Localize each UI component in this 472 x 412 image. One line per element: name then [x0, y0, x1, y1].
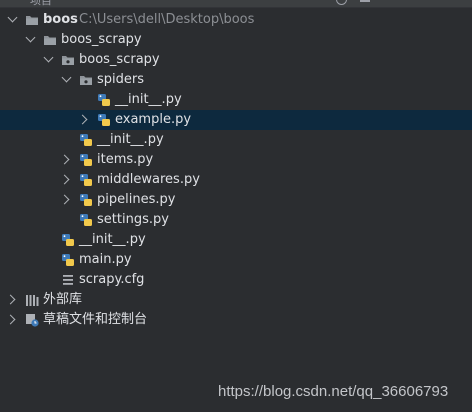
tree-item-root[interactable]: boos C:\Users\dell\Desktop\boos	[0, 10, 472, 30]
tree-item-label: example.py	[115, 112, 192, 127]
folder-icon	[26, 16, 38, 25]
python-file-icon	[80, 214, 92, 226]
tree-item-package-folder[interactable]: boos_scrapy	[0, 50, 472, 70]
config-file-icon	[63, 275, 73, 285]
python-file-icon	[80, 194, 92, 206]
tree-item-label: 外部库	[43, 292, 83, 307]
chevron-right-icon[interactable]	[77, 114, 88, 125]
tree-item-label: settings.py	[97, 212, 169, 227]
tool-window-header: 项目	[0, 0, 472, 8]
package-folder-icon	[62, 56, 74, 65]
python-file-icon	[80, 154, 92, 166]
tree-item-label: 草稿文件和控制台	[43, 312, 148, 327]
chevron-down-icon[interactable]	[25, 32, 36, 43]
minimize-icon[interactable]	[360, 0, 370, 2]
tree-item-middlewares[interactable]: middlewares.py	[0, 170, 472, 190]
tree-item-scratches[interactable]: 草稿文件和控制台	[0, 310, 472, 330]
tree-item-label: scrapy.cfg	[79, 272, 145, 287]
chevron-down-icon[interactable]	[43, 52, 54, 63]
tree-item-spiders-init[interactable]: __init__.py	[0, 90, 472, 110]
tree-item-label: __init__.py	[79, 232, 146, 247]
tree-item-label: boos_scrapy	[79, 52, 160, 67]
tree-item-spiders-folder[interactable]: spiders	[0, 70, 472, 90]
folder-icon	[44, 36, 56, 45]
watermark: https://blog.csdn.net/qq_36606793	[218, 383, 449, 400]
python-file-icon	[80, 134, 92, 146]
tree-item-project-folder[interactable]: boos_scrapy	[0, 30, 472, 50]
chevron-right-icon[interactable]	[59, 154, 70, 165]
chevron-right-icon[interactable]	[59, 194, 70, 205]
library-icon	[26, 295, 39, 306]
python-file-icon	[98, 94, 110, 106]
tree-item-label: items.py	[97, 152, 154, 167]
python-file-icon	[98, 114, 110, 126]
tree-item-label: __init__.py	[115, 92, 182, 107]
tree-item-label: boos_scrapy	[61, 32, 142, 47]
tree-item-pipelines[interactable]: pipelines.py	[0, 190, 472, 210]
tool-window-title: 项目	[30, 0, 52, 7]
python-file-icon	[62, 254, 74, 266]
package-folder-icon	[80, 76, 92, 85]
python-file-icon	[80, 174, 92, 186]
tree-item-settings[interactable]: settings.py	[0, 210, 472, 230]
tree-item-label: boos	[43, 12, 78, 27]
tree-item-package-init[interactable]: __init__.py	[0, 130, 472, 150]
tree-item-main[interactable]: main.py	[0, 250, 472, 270]
scratches-icon	[26, 314, 39, 327]
gear-icon[interactable]	[336, 0, 347, 5]
chevron-right-icon[interactable]	[5, 314, 16, 325]
project-path: C:\Users\dell\Desktop\boos	[79, 12, 255, 27]
chevron-down-icon[interactable]	[7, 12, 18, 23]
tree-item-label: pipelines.py	[97, 192, 176, 207]
tree-item-label: spiders	[97, 72, 145, 87]
tree-item-label: main.py	[79, 252, 132, 267]
tree-item-example[interactable]: example.py	[0, 110, 472, 130]
python-file-icon	[62, 234, 74, 246]
chevron-right-icon[interactable]	[5, 294, 16, 305]
tree-item-items[interactable]: items.py	[0, 150, 472, 170]
tree-item-project-init[interactable]: __init__.py	[0, 230, 472, 250]
chevron-down-icon[interactable]	[61, 72, 72, 83]
tree-item-label: __init__.py	[97, 132, 164, 147]
chevron-right-icon[interactable]	[59, 174, 70, 185]
tree-item-external-libraries[interactable]: 外部库	[0, 290, 472, 310]
tree-item-scrapy-cfg[interactable]: scrapy.cfg	[0, 270, 472, 290]
tree-item-label: middlewares.py	[97, 172, 200, 187]
